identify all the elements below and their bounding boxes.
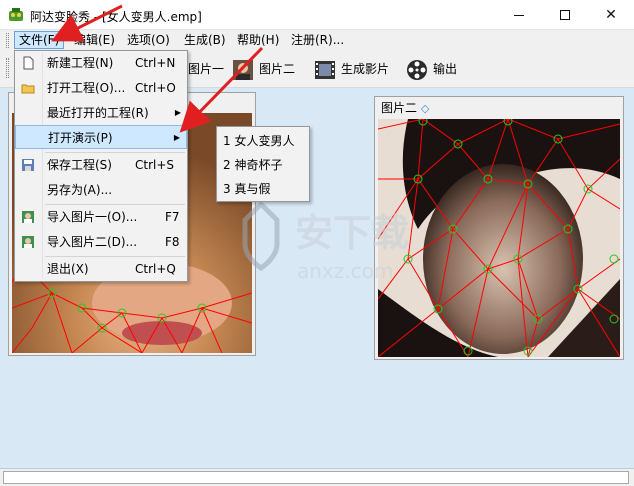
save-icon — [22, 159, 34, 171]
image-one-label: 图片一 — [188, 62, 225, 76]
image-two-title-text: 图片二 — [381, 101, 418, 115]
image-two-button[interactable]: 图片二 — [232, 56, 295, 82]
watermark-cn: 安下载 — [295, 211, 409, 255]
menu-generate[interactable]: 生成(B) — [180, 31, 230, 49]
file-menu: 新建工程(N) Ctrl+N 打开工程(O)... Ctrl+O 最近打开的工程… — [14, 50, 188, 282]
menu-item-open-demo[interactable]: 打开演示(P) ▶ — [15, 125, 187, 149]
menu-item-label: 保存工程(S) — [47, 158, 112, 172]
menu-item-label: 打开演示(P) — [48, 131, 113, 145]
demo-item-true-and-false[interactable]: 3 真与假 — [217, 177, 309, 201]
minimize-icon — [514, 14, 524, 16]
menu-item-label: 最近打开的工程(R) — [47, 106, 149, 120]
title-bar: 阿达变脸秀 - [女人变男人.emp] ✕ — [0, 0, 634, 30]
generate-movie-button[interactable]: 生成影片 — [314, 56, 389, 82]
demo-item-label: 1 女人变男人 — [223, 134, 295, 148]
menu-edit[interactable]: 编辑(E) — [70, 31, 119, 49]
menu-item-shortcut: Ctrl+O — [135, 81, 176, 95]
menu-item-label: 导入图片一(O)... — [47, 210, 138, 224]
toolbar-grip[interactable] — [6, 58, 9, 78]
minimize-button[interactable] — [496, 0, 542, 30]
menu-item-new-project[interactable]: 新建工程(N) Ctrl+N — [15, 51, 187, 75]
maximize-button[interactable] — [542, 0, 588, 30]
open-folder-icon — [21, 84, 35, 94]
watermark-logo: 安下载 anxz.com — [242, 200, 409, 283]
submenu-arrow-icon: ▶ — [173, 133, 180, 142]
menu-item-label: 新建工程(N) — [47, 56, 114, 70]
menu-item-shortcut: F7 — [165, 210, 180, 224]
menu-item-save-as[interactable]: 另存为(A)... — [15, 178, 187, 202]
generate-movie-label: 生成影片 — [341, 62, 390, 76]
image-two-label: 图片二 — [259, 62, 296, 76]
demo-submenu: 1 女人变男人 2 神奇杯子 3 真与假 — [216, 126, 310, 202]
close-button[interactable]: ✕ — [588, 0, 634, 30]
submenu-arrow-icon: ▶ — [174, 108, 181, 117]
menu-item-shortcut: Ctrl+S — [135, 158, 175, 172]
import-image-icon — [22, 236, 34, 248]
status-bar — [0, 468, 634, 486]
window-title: 阿达变脸秀 - [女人变男人.emp] — [30, 10, 202, 24]
close-icon: ✕ — [605, 7, 617, 23]
menu-options[interactable]: 选项(O) — [123, 31, 174, 49]
portrait-icon — [233, 59, 253, 80]
menu-file[interactable]: 文件(F) — [14, 31, 65, 49]
swap-icon[interactable]: ◇ — [421, 102, 429, 115]
menu-item-import-image-one[interactable]: 导入图片一(O)... F7 — [15, 205, 187, 229]
menu-item-label: 另存为(A)... — [47, 183, 113, 197]
demo-item-label: 3 真与假 — [223, 182, 271, 196]
menu-item-open-project[interactable]: 打开工程(O)... Ctrl+O — [15, 76, 187, 100]
status-field — [3, 471, 629, 484]
export-label: 输出 — [433, 62, 458, 76]
maximize-icon — [560, 10, 570, 20]
menubar-grip[interactable] — [6, 33, 9, 48]
menu-item-import-image-two[interactable]: 导入图片二(D)... F8 — [15, 230, 187, 254]
image-two-panel-title: 图片二 ◇ — [381, 99, 429, 116]
menu-item-exit[interactable]: 退出(X) Ctrl+Q — [15, 257, 187, 281]
app-icon — [9, 8, 23, 21]
menu-item-save-project[interactable]: 保存工程(S) Ctrl+S — [15, 153, 187, 177]
menu-item-label: 导入图片二(D)... — [47, 235, 138, 249]
menu-register[interactable]: 注册(R)... — [287, 31, 348, 49]
watermark: 安下载 anxz.com — [225, 198, 455, 291]
menu-help[interactable]: 帮助(H) — [233, 31, 283, 49]
export-button[interactable]: 输出 — [406, 56, 457, 82]
menu-item-shortcut: F8 — [165, 235, 180, 249]
demo-item-woman-to-man[interactable]: 1 女人变男人 — [217, 129, 309, 153]
film-icon — [315, 60, 335, 79]
watermark-en: anxz.com — [297, 259, 393, 283]
menu-item-label: 退出(X) — [47, 262, 89, 276]
menu-item-label: 打开工程(O)... — [47, 81, 126, 95]
import-image-icon — [22, 211, 34, 223]
demo-item-magic-cup[interactable]: 2 神奇杯子 — [217, 153, 309, 177]
image-one-button[interactable]: 图片一 — [188, 56, 224, 82]
menu-bar: 文件(F) 编辑(E) 选项(O) 生成(B) 帮助(H) 注册(R)... — [0, 30, 634, 50]
new-file-icon — [23, 56, 34, 70]
menu-item-shortcut: Ctrl+N — [135, 56, 176, 70]
menu-item-shortcut: Ctrl+Q — [135, 262, 176, 276]
menu-item-recent-projects[interactable]: 最近打开的工程(R) ▶ — [15, 101, 187, 125]
demo-item-label: 2 神奇杯子 — [223, 158, 283, 172]
film-reel-icon — [407, 59, 427, 80]
